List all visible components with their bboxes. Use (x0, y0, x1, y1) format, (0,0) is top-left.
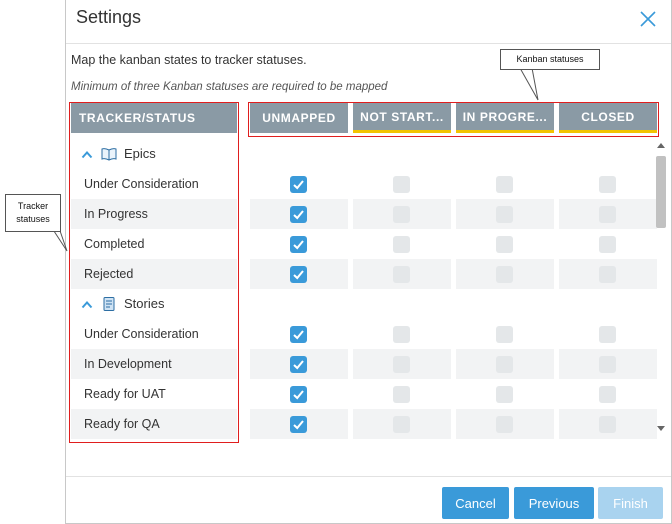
not-started-checkbox[interactable] (393, 206, 410, 223)
closed-checkbox[interactable] (599, 356, 616, 373)
mapping-cell (559, 199, 657, 229)
previous-button[interactable]: Previous (514, 487, 594, 519)
mapping-cell (456, 319, 554, 349)
unmapped-checkbox[interactable] (290, 326, 307, 343)
scroll-down-arrow-icon[interactable] (657, 426, 665, 432)
closed-checkbox[interactable] (599, 266, 616, 283)
scroll-up-arrow-icon[interactable] (657, 142, 665, 148)
unmapped-checkbox[interactable] (290, 266, 307, 283)
mapping-cell (456, 199, 554, 229)
mapping-cell (353, 259, 451, 289)
mapping-cell (559, 409, 657, 439)
mapping-cell (456, 229, 554, 259)
not-started-checkbox[interactable] (393, 176, 410, 193)
tracker-callout-line2: statuses (16, 214, 50, 224)
cancel-button[interactable]: Cancel (442, 487, 509, 519)
mapping-cell (250, 379, 348, 409)
not-started-checkbox[interactable] (393, 356, 410, 373)
mapping-cell (559, 229, 657, 259)
closed-checkbox[interactable] (599, 206, 616, 223)
dialog-footer: Cancel Previous Finish (66, 476, 671, 523)
mapping-cell (353, 409, 451, 439)
unmapped-checkbox[interactable] (290, 356, 307, 373)
closed-checkbox[interactable] (599, 386, 616, 403)
mapping-cell (456, 259, 554, 289)
closed-checkbox[interactable] (599, 416, 616, 433)
closed-checkbox[interactable] (599, 176, 616, 193)
unmapped-checkbox[interactable] (290, 416, 307, 433)
closed-checkbox[interactable] (599, 326, 616, 343)
mapping-cell (559, 379, 657, 409)
mapping-cell (456, 169, 554, 199)
mapping-cell (456, 379, 554, 409)
mapping-cell (250, 259, 348, 289)
close-icon[interactable] (637, 8, 659, 30)
in-progress-checkbox[interactable] (496, 206, 513, 223)
unmapped-checkbox[interactable] (290, 236, 307, 253)
table-scrollbar[interactable] (654, 140, 668, 436)
intro-text: Map the kanban states to tracker statuse… (71, 53, 307, 67)
in-progress-checkbox[interactable] (496, 416, 513, 433)
in-progress-checkbox[interactable] (496, 386, 513, 403)
mapping-cell (353, 169, 451, 199)
mapping-cell (456, 349, 554, 379)
mapping-cell (353, 199, 451, 229)
tracker-statuses-highlight (69, 102, 239, 443)
mapping-cell (353, 229, 451, 259)
in-progress-checkbox[interactable] (496, 176, 513, 193)
requirement-note: Minimum of three Kanban statuses are req… (71, 81, 388, 93)
mapping-cell (456, 409, 554, 439)
mapping-cell (250, 409, 348, 439)
mapping-cell (559, 349, 657, 379)
mapping-cell (559, 169, 657, 199)
in-progress-checkbox[interactable] (496, 236, 513, 253)
dialog-header: Settings (66, 0, 671, 44)
mapping-cell (250, 319, 348, 349)
dialog-title: Settings (76, 7, 142, 27)
unmapped-checkbox[interactable] (290, 386, 307, 403)
mapping-cell (250, 349, 348, 379)
mapping-cell (353, 319, 451, 349)
kanban-statuses-callout: Kanban statuses (500, 49, 600, 70)
not-started-checkbox[interactable] (393, 386, 410, 403)
in-progress-checkbox[interactable] (496, 326, 513, 343)
mapping-cell (353, 349, 451, 379)
scroll-thumb[interactable] (656, 156, 666, 228)
finish-button[interactable]: Finish (598, 487, 663, 519)
closed-checkbox[interactable] (599, 236, 616, 253)
kanban-callout-text: Kanban statuses (516, 54, 584, 64)
mapping-cell (353, 379, 451, 409)
mapping-cell (559, 259, 657, 289)
unmapped-checkbox[interactable] (290, 176, 307, 193)
not-started-checkbox[interactable] (393, 236, 410, 253)
kanban-statuses-highlight (248, 102, 659, 137)
mapping-cell (250, 169, 348, 199)
mapping-cell (250, 199, 348, 229)
in-progress-checkbox[interactable] (496, 266, 513, 283)
tracker-statuses-callout: Tracker statuses (5, 194, 61, 232)
mapping-cell (250, 229, 348, 259)
not-started-checkbox[interactable] (393, 266, 410, 283)
unmapped-checkbox[interactable] (290, 206, 307, 223)
not-started-checkbox[interactable] (393, 416, 410, 433)
kanban-callout-tail-icon (519, 68, 539, 101)
not-started-checkbox[interactable] (393, 326, 410, 343)
in-progress-checkbox[interactable] (496, 356, 513, 373)
tracker-callout-line1: Tracker (17, 201, 49, 211)
mapping-cell (559, 319, 657, 349)
